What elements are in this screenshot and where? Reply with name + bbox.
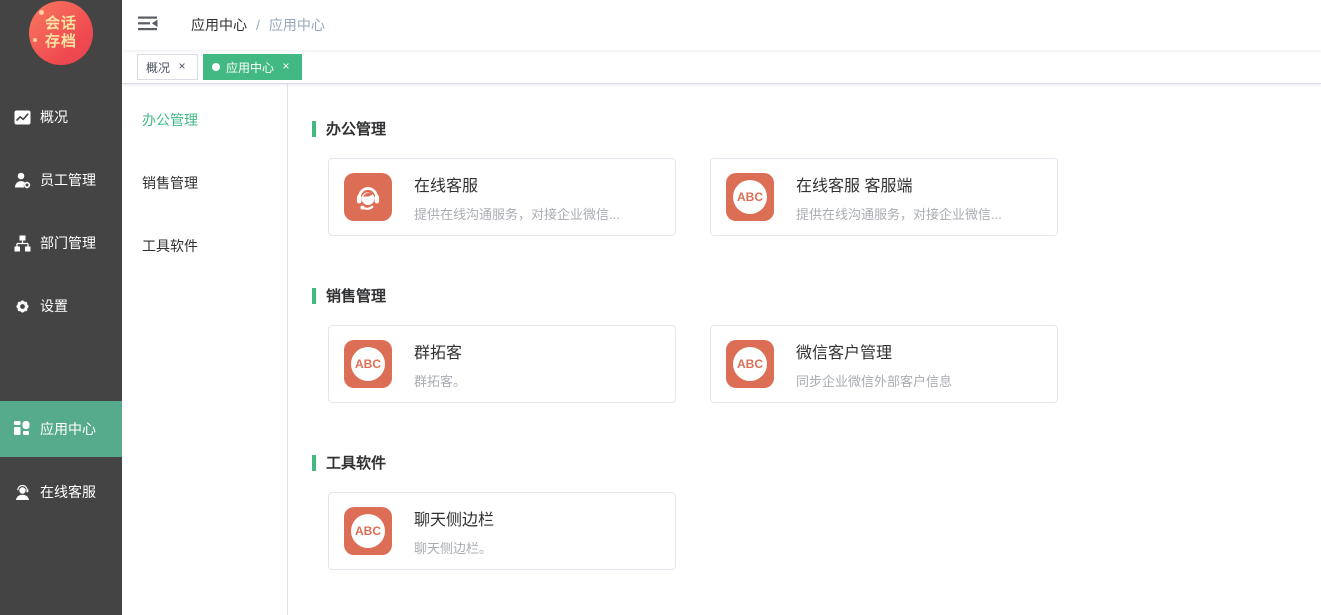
card-text: 聊天侧边栏 聊天侧边栏。 [414,506,494,557]
app-description: 聊天侧边栏。 [414,538,494,557]
sidebar-item-app-center[interactable]: 应用中心 [0,401,122,457]
section-title: 工具软件 [326,452,386,473]
abc-icon-label: ABC [351,514,385,548]
breadcrumb-separator: / [256,17,260,33]
abc-icon: ABC [726,173,774,221]
category-item-sales[interactable]: 销售管理 [122,155,287,211]
app-description: 群拓客。 [414,371,466,390]
category-item-tools[interactable]: 工具软件 [122,218,287,274]
app-name: 在线客服 客服端 [796,172,1002,196]
abc-icon-label: ABC [733,180,767,214]
top-navbar: 应用中心 / 应用中心 [122,0,1321,50]
breadcrumb-item[interactable]: 应用中心 [191,15,247,35]
logo-text-line1: 会话 [45,15,77,33]
card-text: 群拓客 群拓客。 [414,339,466,390]
section-title-bar [312,288,316,304]
section-header: 工具软件 [312,452,1301,473]
customer-service-icon [13,483,31,501]
sidebar-item-employees[interactable]: 员工管理 [0,152,122,208]
card-text: 在线客服 提供在线沟通服务，对接企业微信... [414,172,620,223]
sidebar-item-label: 部门管理 [40,233,96,253]
abc-icon: ABC [344,507,392,555]
hamburger-icon [138,16,159,34]
section-header: 办公管理 [312,118,1301,139]
close-icon[interactable]: × [175,60,189,74]
logo: 会话 存档 [29,1,93,65]
sidebar-item-online-service[interactable]: 在线客服 [0,464,122,520]
app-name: 聊天侧边栏 [414,506,494,530]
content-area: 办公管理 销售管理 工具软件 办公管理 [122,84,1321,615]
primary-menu: 概况 员工管理 部门管理 设置 [0,65,122,520]
app-list-panel: 办公管理 在线客服 提供在线沟通服务，对接企业微信... [288,84,1321,615]
breadcrumb: 应用中心 / 应用中心 [191,15,325,35]
category-sidebar: 办公管理 销售管理 工具软件 [122,84,288,615]
logo-text-line2: 存档 [45,33,77,51]
tab-label: 概况 [146,59,170,76]
sidebar-item-label: 概况 [40,107,68,127]
app-card-chat-sidebar[interactable]: ABC 聊天侧边栏 聊天侧边栏。 [328,492,676,570]
sidebar-item-settings[interactable]: 设置 [0,278,122,334]
app-description: 同步企业微信外部客户信息 [796,371,952,390]
tab-overview[interactable]: 概况 × [137,54,198,80]
section-title: 办公管理 [326,118,386,139]
tab-label: 应用中心 [226,59,274,76]
app-name: 微信客户管理 [796,339,952,363]
headset-icon [344,173,392,221]
section-title: 销售管理 [326,285,386,306]
app-description: 提供在线沟通服务，对接企业微信... [796,204,1002,223]
apps-grid-icon [13,420,31,438]
department-icon [13,234,31,252]
section-tools: 工具软件 ABC 聊天侧边栏 聊天侧边栏。 [312,452,1301,570]
abc-icon-label: ABC [351,347,385,381]
close-icon[interactable]: × [279,60,293,74]
app-name: 群拓客 [414,339,466,363]
gear-icon [13,297,31,315]
primary-sidebar: 会话 存档 概况 员工管理 部门管理 [0,0,122,615]
app-card-online-service[interactable]: 在线客服 提供在线沟通服务，对接企业微信... [328,158,676,236]
app-name: 在线客服 [414,172,620,196]
card-text: 在线客服 客服端 提供在线沟通服务，对接企业微信... [796,172,1002,223]
breadcrumb-item-current: 应用中心 [269,15,325,35]
card-row: ABC 群拓客 群拓客。 ABC 微信客 [328,325,1301,403]
active-tab-dot [212,63,220,71]
card-row: 在线客服 提供在线沟通服务，对接企业微信... ABC 在线客服 客服端 提供在… [328,158,1301,236]
app-card-group-marketing[interactable]: ABC 群拓客 群拓客。 [328,325,676,403]
sidebar-item-label: 员工管理 [40,170,96,190]
section-sales: 销售管理 ABC 群拓客 群拓客。 [312,285,1301,403]
sidebar-toggle-button[interactable] [122,0,175,50]
section-header: 销售管理 [312,285,1301,306]
category-item-office[interactable]: 办公管理 [122,92,287,148]
card-row: ABC 聊天侧边栏 聊天侧边栏。 [328,492,1301,570]
section-title-bar [312,121,316,137]
app-description: 提供在线沟通服务，对接企业微信... [414,204,620,223]
card-text: 微信客户管理 同步企业微信外部客户信息 [796,339,952,390]
app-card-wechat-customers[interactable]: ABC 微信客户管理 同步企业微信外部客户信息 [710,325,1058,403]
employee-icon [13,171,31,189]
sidebar-item-departments[interactable]: 部门管理 [0,215,122,271]
logo-deco-dot [39,10,44,15]
tabs-bar: 概况 × 应用中心 × [122,50,1321,84]
section-office: 办公管理 在线客服 提供在线沟通服务，对接企业微信... [312,118,1301,236]
abc-icon-label: ABC [733,347,767,381]
sidebar-item-overview[interactable]: 概况 [0,89,122,145]
section-title-bar [312,455,316,471]
sidebar-item-label: 设置 [40,296,68,316]
app-root: 会话 存档 概况 员工管理 部门管理 [0,0,1321,615]
abc-icon: ABC [726,340,774,388]
tab-app-center[interactable]: 应用中心 × [203,54,302,80]
logo-deco-dot [33,38,37,42]
main-column: 应用中心 / 应用中心 概况 × 应用中心 × 办公管理 销售管理 工具软件 [122,0,1321,615]
abc-icon: ABC [344,340,392,388]
chart-icon [13,108,31,126]
app-card-service-client[interactable]: ABC 在线客服 客服端 提供在线沟通服务，对接企业微信... [710,158,1058,236]
sidebar-item-label: 在线客服 [40,482,96,502]
sidebar-item-label: 应用中心 [40,419,96,439]
